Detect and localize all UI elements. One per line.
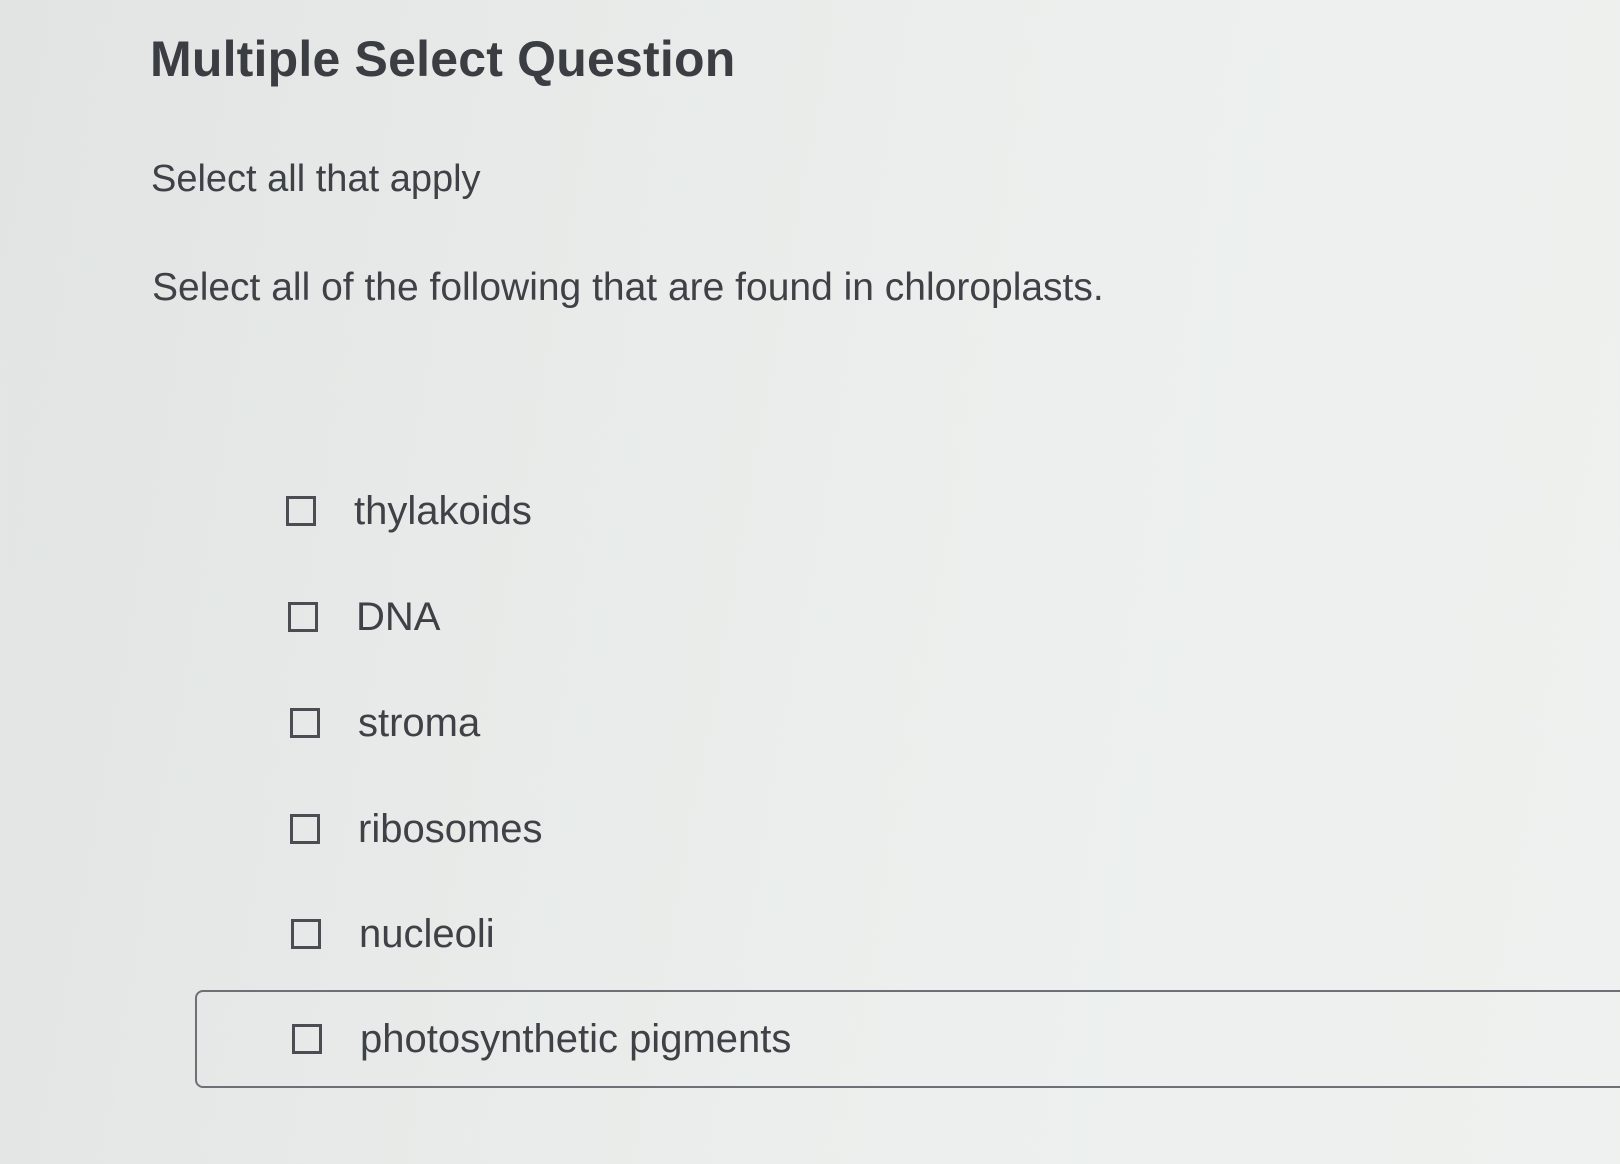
option-stroma[interactable]: stroma [290,693,480,753]
option-label: thylakoids [354,488,532,533]
checkbox-dna[interactable] [288,602,318,632]
answer-options: thylakoids DNA stroma ribosomes nucleoli… [0,0,1620,1164]
option-thylakoids[interactable]: thylakoids [286,481,532,541]
option-label: stroma [358,700,481,745]
option-ribosomes[interactable]: ribosomes [290,799,543,859]
option-label: photosynthetic pigments [360,1016,792,1061]
option-label: nucleoli [359,911,495,956]
option-photosynthetic-pigments[interactable]: photosynthetic pigments [292,1009,791,1069]
option-label: DNA [356,594,441,639]
question-page: Multiple Select Question Select all that… [0,0,1620,1164]
checkbox-photosynthetic-pigments[interactable] [292,1024,322,1054]
checkbox-nucleoli[interactable] [291,919,321,949]
checkbox-stroma[interactable] [290,708,320,738]
checkbox-ribosomes[interactable] [290,814,320,844]
option-nucleoli[interactable]: nucleoli [291,904,495,964]
checkbox-thylakoids[interactable] [286,496,316,526]
option-dna[interactable]: DNA [288,587,440,647]
option-label: ribosomes [358,806,543,851]
